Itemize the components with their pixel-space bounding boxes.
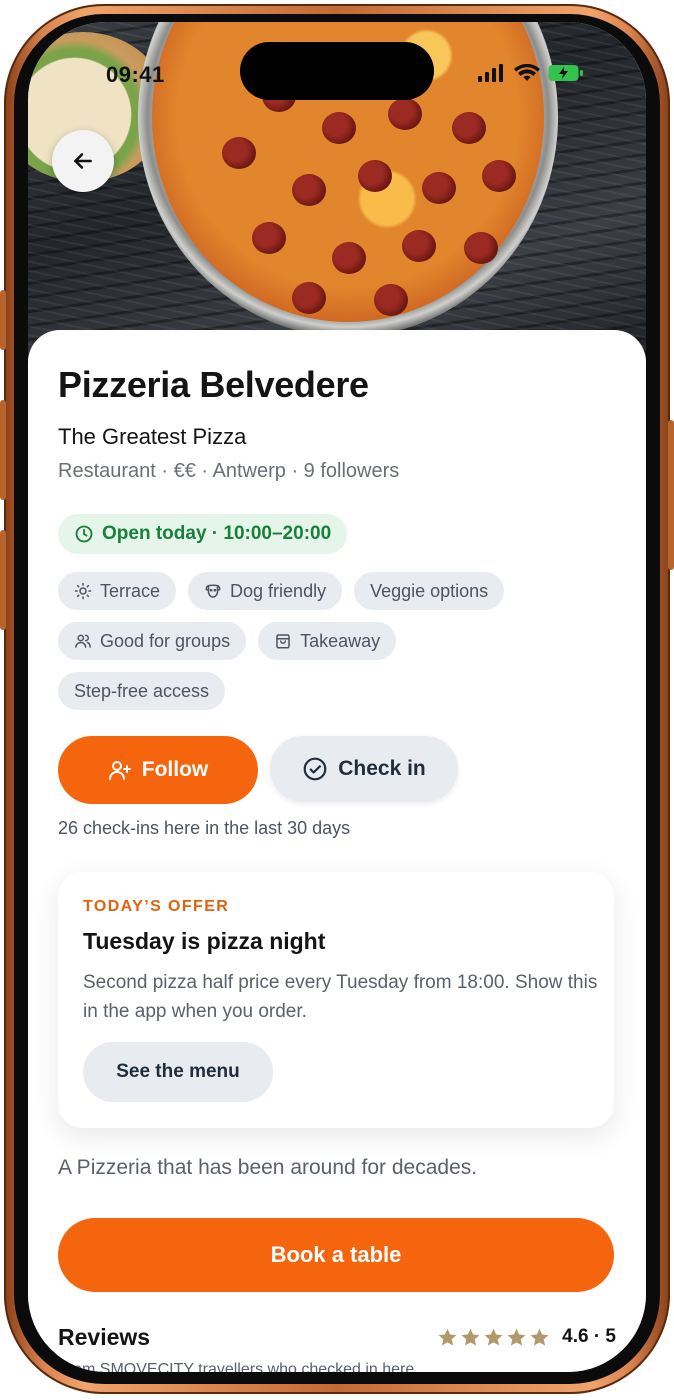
star-icon xyxy=(530,1328,549,1346)
amenity-chip-step-free-access: Step-free access xyxy=(58,672,226,710)
amenity-label: Dog friendly xyxy=(230,580,327,601)
check-ins-count: 26 check-ins here in the last 30 days xyxy=(58,818,351,838)
venue-meta: Restaurant · €€ · Antwerp · 9 followers xyxy=(58,460,400,482)
star-icon xyxy=(438,1328,457,1346)
amenity-chip-good-for-groups: Good for groups xyxy=(58,622,247,660)
status-time: 09:41 xyxy=(106,62,165,87)
pepperoni xyxy=(482,160,516,192)
arrow-left-icon xyxy=(74,153,92,169)
amenity-label: Step-free access xyxy=(74,680,210,701)
status-icons xyxy=(478,64,584,82)
pepperoni xyxy=(402,230,436,262)
rating-summary: 4.6 · 5 xyxy=(437,1326,616,1348)
amenity-label: Terrace xyxy=(100,580,161,601)
page-title: Pizzeria Belvedere xyxy=(58,364,369,405)
amenity-label: Veggie options xyxy=(370,580,489,601)
reviews-subtitle: From SMOVECITY travellers who checked in… xyxy=(58,1361,419,1372)
amenity-chip-veggie-options: Veggie options xyxy=(354,572,505,610)
pepperoni xyxy=(332,242,366,274)
power-button xyxy=(668,420,674,570)
pepperoni xyxy=(252,222,286,254)
check-in-button[interactable]: Check in xyxy=(270,736,458,802)
amenity-chips: Terrace Dog friendly Veggie options Good… xyxy=(58,572,618,722)
pepperoni xyxy=(358,160,392,192)
action-button xyxy=(0,290,6,350)
pepperoni xyxy=(452,112,486,144)
amenity-chip-takeaway: Takeaway xyxy=(258,622,397,660)
pepperoni xyxy=(292,282,326,314)
wifi-icon xyxy=(514,64,540,81)
star-rating xyxy=(437,1327,550,1348)
offer-title: Tuesday is pizza night xyxy=(83,928,326,954)
users-icon xyxy=(75,634,91,648)
volume-up-button xyxy=(0,400,6,500)
book-table-button[interactable]: Book a table xyxy=(58,1218,614,1292)
pepperoni xyxy=(292,174,326,206)
pepperoni xyxy=(388,98,422,130)
check-circle-icon xyxy=(303,757,327,781)
check-in-label: Check in xyxy=(338,757,426,780)
dog-icon xyxy=(205,584,221,598)
follow-label: Follow xyxy=(141,758,209,781)
pepperoni xyxy=(222,137,256,169)
dynamic-island xyxy=(240,42,434,100)
offer-label: TODAY’S OFFER xyxy=(83,898,230,915)
see-menu-button[interactable]: See the menu xyxy=(83,1042,273,1102)
phone-screen: 09:41 Pizzeria Belvedere The Greatest Pi… xyxy=(28,22,646,1372)
star-icon xyxy=(461,1328,480,1346)
volume-down-button xyxy=(0,530,6,630)
signal-icon xyxy=(478,64,503,82)
opening-hours-badge: Open today · 10:00–20:00 xyxy=(58,514,348,554)
star-icon xyxy=(507,1328,526,1346)
user-plus-icon xyxy=(108,761,131,780)
amenity-label: Good for groups xyxy=(100,630,231,651)
opening-hours-text: Open today · 10:00–20:00 xyxy=(102,523,332,544)
pepperoni xyxy=(322,112,356,144)
clock-icon xyxy=(75,525,93,543)
star-icon xyxy=(484,1328,503,1346)
pepperoni xyxy=(422,172,456,204)
back-button[interactable] xyxy=(52,130,114,192)
amenity-chip-dog-friendly: Dog friendly xyxy=(188,572,343,610)
follow-button[interactable]: Follow xyxy=(58,736,258,804)
reviews-heading: Reviews xyxy=(58,1324,151,1350)
action-buttons: Follow Check in xyxy=(58,736,458,804)
restaurant-description: A Pizzeria that has been around for deca… xyxy=(58,1156,478,1179)
bag-icon xyxy=(276,634,290,649)
details-sheet: Pizzeria Belvedere The Greatest Pizza Re… xyxy=(28,330,646,1372)
sun-icon xyxy=(74,582,92,600)
offer-card: TODAY’S OFFER Tuesday is pizza night Sec… xyxy=(58,872,614,1128)
tagline: The Greatest Pizza xyxy=(58,424,247,449)
offer-description: Second pizza half price every Tuesday fr… xyxy=(83,972,598,1022)
pepperoni xyxy=(464,232,498,264)
battery-icon xyxy=(548,65,583,81)
rating-text: 4.6 · 5 xyxy=(562,1326,616,1347)
amenity-label: Takeaway xyxy=(300,630,381,651)
amenity-chip-terrace: Terrace xyxy=(58,572,177,610)
pepperoni xyxy=(374,284,408,316)
